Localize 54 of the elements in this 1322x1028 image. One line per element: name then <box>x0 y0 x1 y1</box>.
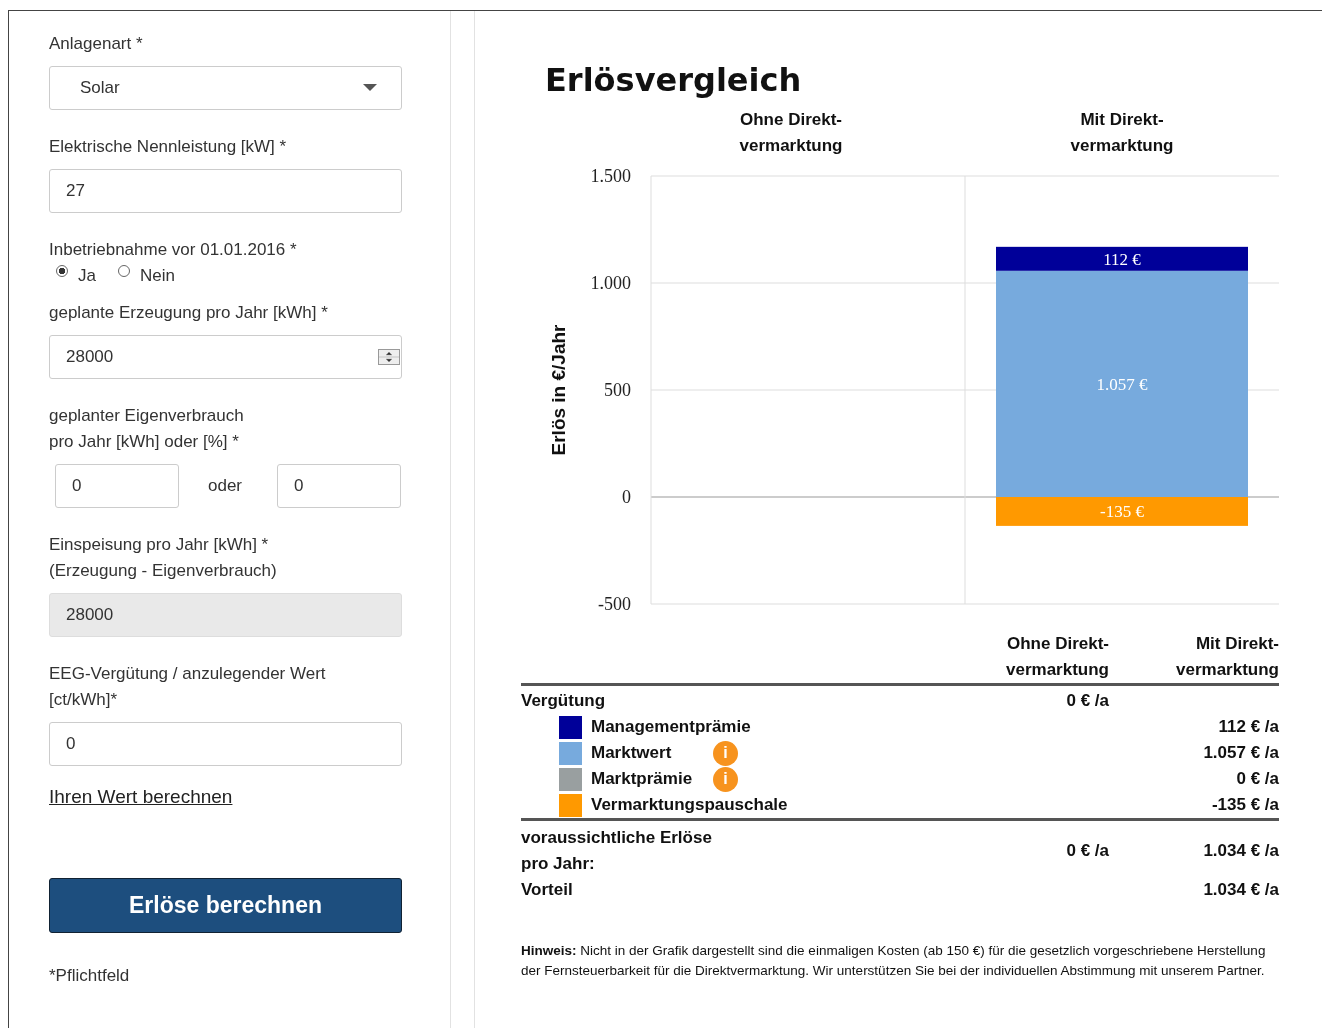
caret-icon <box>363 84 377 92</box>
required-note: *Pflichtfeld <box>49 966 131 986</box>
axis-tick-label: 500 <box>604 380 631 400</box>
axis-tick-label: -500 <box>598 594 631 614</box>
radio-option[interactable]: Ja <box>56 265 96 286</box>
field-label: geplante Erzeugung pro Jahr [kWh] * <box>49 302 329 324</box>
field-label: Elektrische Nennleistung [kW] * <box>49 136 288 158</box>
field-label: EEG-Vergütung / anzulegender Wert [ct/kWh]* <box>49 663 327 711</box>
note-text: Hinweis: Nicht in der Grafik dargestellt sind die einmaligen Kosten (ab 150 €) für die gesetzlich vorgeschriebene Herstellung der Fernsteuerbarkeit für die Direktvermarktung. Wir unterstützen Sie bei der individuellen Abstimmung mit unserem Partner. <box>521 942 1266 980</box>
table-cell: 0 € /a <box>1066 841 1109 860</box>
input-field[interactable]: 0 <box>277 464 401 508</box>
table-cell: 0 € /a <box>1236 769 1279 788</box>
data-label: -135 € <box>1100 502 1144 522</box>
radio-button[interactable] <box>56 265 68 277</box>
input-field[interactable]: 27 <box>49 169 402 213</box>
field-label: geplanter Eigenverbrauch pro Jahr [kWh] oder [%] * <box>49 405 245 453</box>
calculate-link[interactable]: Ihren Wert berechnen <box>49 786 233 808</box>
field-label: Anlagenart * <box>49 33 144 55</box>
category-label: Ohne Direkt- vermarktung <box>739 110 843 155</box>
table-cell: 1.057 € /a <box>1203 743 1279 762</box>
legend-label: Marktwert <box>591 742 673 764</box>
input-field[interactable]: 0 <box>49 722 402 766</box>
separator-label: oder <box>207 476 243 496</box>
radio-option[interactable]: Nein <box>117 265 175 286</box>
table-cell: 112 € /a <box>1218 717 1279 736</box>
data-label: 112 € <box>1103 249 1141 269</box>
axis-tick-label: 0 <box>622 487 631 507</box>
dropdown[interactable]: Solar <box>49 66 402 110</box>
axis-title: Erlös in €/Jahr <box>548 324 569 456</box>
spinner-icon <box>378 349 400 365</box>
radio-button[interactable] <box>117 265 130 277</box>
category-label: Mit Direkt- vermarktung <box>1070 110 1174 155</box>
field-label: Inbetriebnahme vor 01.01.2016 * <box>49 239 298 261</box>
chart-title: Erlösvergleich <box>545 61 803 99</box>
table-cell: -135 € /a <box>1211 795 1279 814</box>
row-label: Vergütung <box>521 691 606 710</box>
field-label: Einspeisung pro Jahr [kWh] * (Erzeugung - Eigenverbrauch) <box>49 534 278 582</box>
table-cell: 1.034 € /a <box>1203 880 1279 899</box>
column-header: Ohne Direkt- vermarktung <box>939 631 1109 685</box>
legend-label: Managementprämie <box>591 716 751 738</box>
axis-tick-label: 1.000 <box>590 273 631 293</box>
data-label: 1.057 € <box>1096 374 1148 394</box>
number-field[interactable]: 28000 <box>49 335 402 379</box>
table-cell: 0 € /a <box>1066 691 1109 710</box>
row-label: Vorteil <box>521 880 573 899</box>
calculate-button[interactable]: Erlöse berechnen <box>49 878 402 933</box>
legend-label: Vermarktungspauschale <box>591 794 788 816</box>
row-label: voraussichtliche Erlöse pro Jahr: <box>521 828 712 873</box>
table-cell: 1.034 € /a <box>1203 841 1279 860</box>
input-field: 28000 <box>49 593 402 637</box>
legend-label: Marktprämie <box>591 768 694 790</box>
column-header: Mit Direkt- vermarktung <box>1109 631 1279 685</box>
input-field[interactable]: 0 <box>55 464 179 508</box>
axis-tick-label: 1.500 <box>590 166 631 186</box>
